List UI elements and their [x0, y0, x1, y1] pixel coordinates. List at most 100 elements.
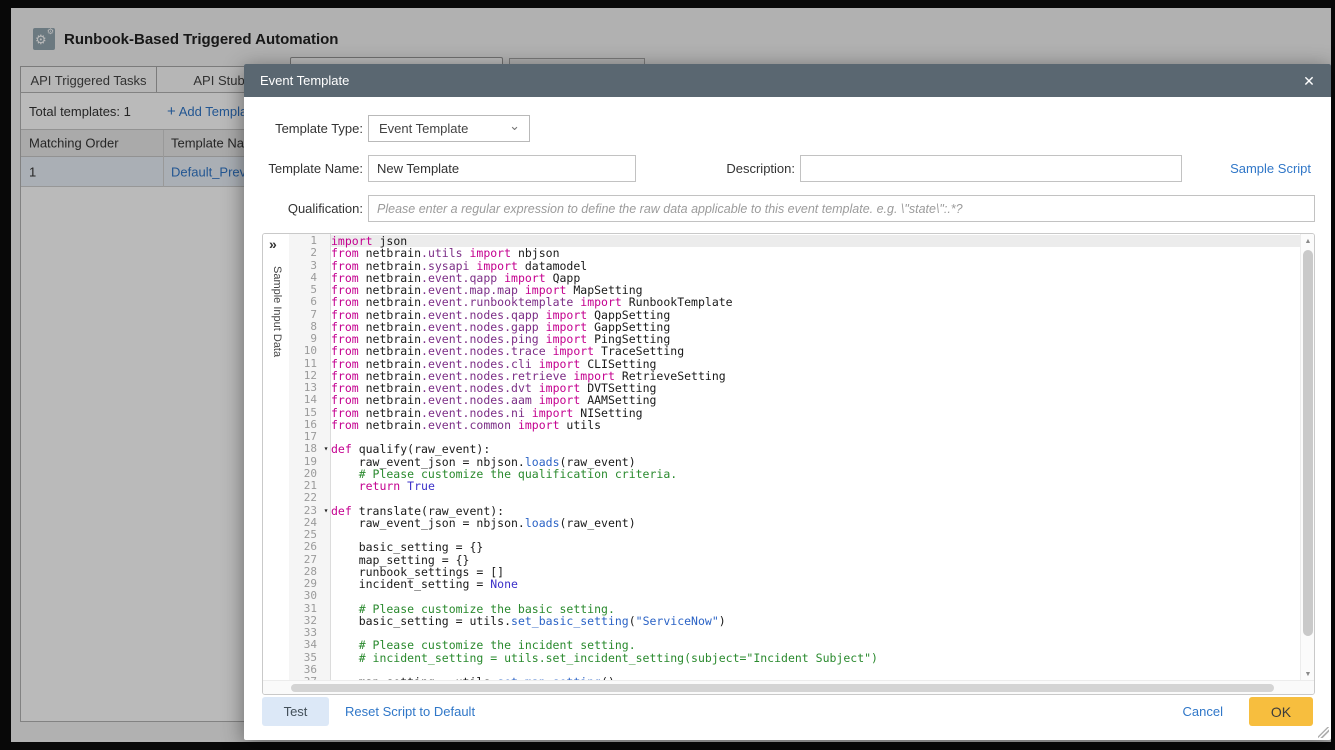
dialog-header[interactable]: Event Template ✕	[244, 64, 1331, 97]
fold-gutter	[321, 407, 331, 419]
fold-gutter	[321, 603, 331, 615]
test-button[interactable]: Test	[262, 697, 329, 726]
line-number: 23	[289, 505, 321, 517]
fold-gutter	[321, 284, 331, 296]
fold-gutter	[321, 615, 331, 627]
fold-gutter	[321, 235, 331, 247]
expand-icon[interactable]: »	[269, 236, 277, 252]
fold-gutter	[321, 541, 331, 553]
fold-gutter	[321, 578, 331, 590]
line-number: 30	[289, 590, 321, 602]
line-number: 6	[289, 296, 321, 308]
template-name-label: Template Name:	[260, 155, 363, 182]
qualification-label: Qualification:	[260, 195, 363, 222]
fold-gutter	[321, 554, 331, 566]
dialog-title: Event Template	[260, 73, 349, 88]
code-line: 35 # incident_setting = utils.set_incide…	[263, 652, 1300, 664]
fold-arrow-icon[interactable]: ▾	[321, 505, 331, 517]
fold-gutter	[321, 480, 331, 492]
resize-handle-icon[interactable]	[1318, 727, 1329, 738]
line-number: 18	[289, 443, 321, 455]
chevron-down-icon: ⌄	[509, 118, 520, 134]
line-number: 2	[289, 247, 321, 259]
line-number: 3	[289, 260, 321, 272]
description-label: Description:	[694, 155, 795, 182]
ok-button[interactable]: OK	[1249, 697, 1313, 726]
sample-script-link[interactable]: Sample Script	[1230, 161, 1311, 176]
fold-gutter	[321, 394, 331, 406]
fold-gutter	[321, 382, 331, 394]
template-type-select[interactable]: Event Template ⌄	[368, 115, 530, 142]
code-line: 29 incident_setting = None	[263, 578, 1300, 590]
horizontal-scroll-thumb[interactable]	[291, 684, 1274, 692]
fold-gutter	[321, 247, 331, 259]
vertical-scroll-thumb[interactable]	[1303, 250, 1313, 636]
fold-gutter	[321, 492, 331, 504]
code-text: raw_event_json = nbjson.loads(raw_event)	[331, 517, 1300, 529]
code-line: 32 basic_setting = utils.set_basic_setti…	[263, 615, 1300, 627]
fold-gutter	[321, 456, 331, 468]
code-text: basic_setting = {}	[331, 541, 1300, 553]
screen: ⚙ ⚙ Runbook-Based Triggered Automation A…	[0, 0, 1335, 750]
code-text: # Please customize the qualification cri…	[331, 468, 1300, 480]
line-number: 10	[289, 345, 321, 357]
fold-gutter	[321, 296, 331, 308]
fold-gutter	[321, 431, 331, 443]
scroll-up-icon[interactable]: ▲	[1301, 238, 1314, 245]
sample-input-data-label[interactable]: Sample Input Data	[271, 266, 283, 357]
fold-gutter	[321, 566, 331, 578]
line-number: 35	[289, 652, 321, 664]
code-text: return True	[331, 480, 1300, 492]
fold-gutter	[321, 517, 331, 529]
template-name-input[interactable]	[368, 155, 636, 182]
line-number: 34	[289, 639, 321, 651]
scroll-down-icon[interactable]: ▼	[1301, 671, 1314, 678]
fold-gutter	[321, 590, 331, 602]
code-text: # incident_setting = utils.set_incident_…	[331, 652, 1300, 664]
fold-arrow-icon[interactable]: ▾	[321, 443, 331, 455]
template-type-value: Event Template	[379, 121, 468, 136]
script-editor[interactable]: 1import json2from netbrain.utils import …	[262, 233, 1315, 695]
fold-gutter	[321, 333, 331, 345]
fold-gutter	[321, 260, 331, 272]
fold-gutter	[321, 627, 331, 639]
template-type-label: Template Type:	[260, 115, 363, 142]
line-number: 22	[289, 492, 321, 504]
fold-gutter	[321, 468, 331, 480]
line-number: 7	[289, 309, 321, 321]
code-text: basic_setting = utils.set_basic_setting(…	[331, 615, 1300, 627]
code-lines[interactable]: 1import json2from netbrain.utils import …	[263, 235, 1300, 681]
dialog-footer: Test Reset Script to Default Cancel OK	[262, 697, 1313, 726]
fold-gutter	[321, 419, 331, 431]
fold-gutter	[321, 370, 331, 382]
event-template-dialog: Event Template ✕ Template Type: Event Te…	[244, 64, 1331, 740]
line-number: 27	[289, 554, 321, 566]
editor-content: 1import json2from netbrain.utils import …	[263, 234, 1314, 682]
qualification-input[interactable]	[368, 195, 1315, 222]
code-line: 24 raw_event_json = nbjson.loads(raw_eve…	[263, 517, 1300, 529]
line-number: 15	[289, 407, 321, 419]
fold-gutter	[321, 345, 331, 357]
horizontal-scrollbar[interactable]	[263, 680, 1314, 694]
fold-gutter	[321, 272, 331, 284]
line-number: 26	[289, 541, 321, 553]
fold-gutter	[321, 664, 331, 676]
fold-gutter	[321, 358, 331, 370]
fold-gutter	[321, 652, 331, 664]
vertical-scrollbar[interactable]: ▲ ▼	[1300, 234, 1314, 682]
fold-gutter	[321, 309, 331, 321]
line-number: 14	[289, 394, 321, 406]
description-input[interactable]	[800, 155, 1182, 182]
line-number: 11	[289, 358, 321, 370]
line-number: 19	[289, 456, 321, 468]
cancel-button[interactable]: Cancel	[1183, 704, 1223, 719]
close-icon[interactable]: ✕	[1299, 71, 1319, 91]
reset-script-link[interactable]: Reset Script to Default	[345, 704, 475, 719]
sample-input-data-panel: » Sample Input Data	[263, 234, 289, 682]
code-line: 21 return True	[263, 480, 1300, 492]
fold-gutter	[321, 639, 331, 651]
code-text: incident_setting = None	[331, 578, 1300, 590]
fold-gutter	[321, 529, 331, 541]
line-number: 31	[289, 603, 321, 615]
fold-gutter	[321, 321, 331, 333]
